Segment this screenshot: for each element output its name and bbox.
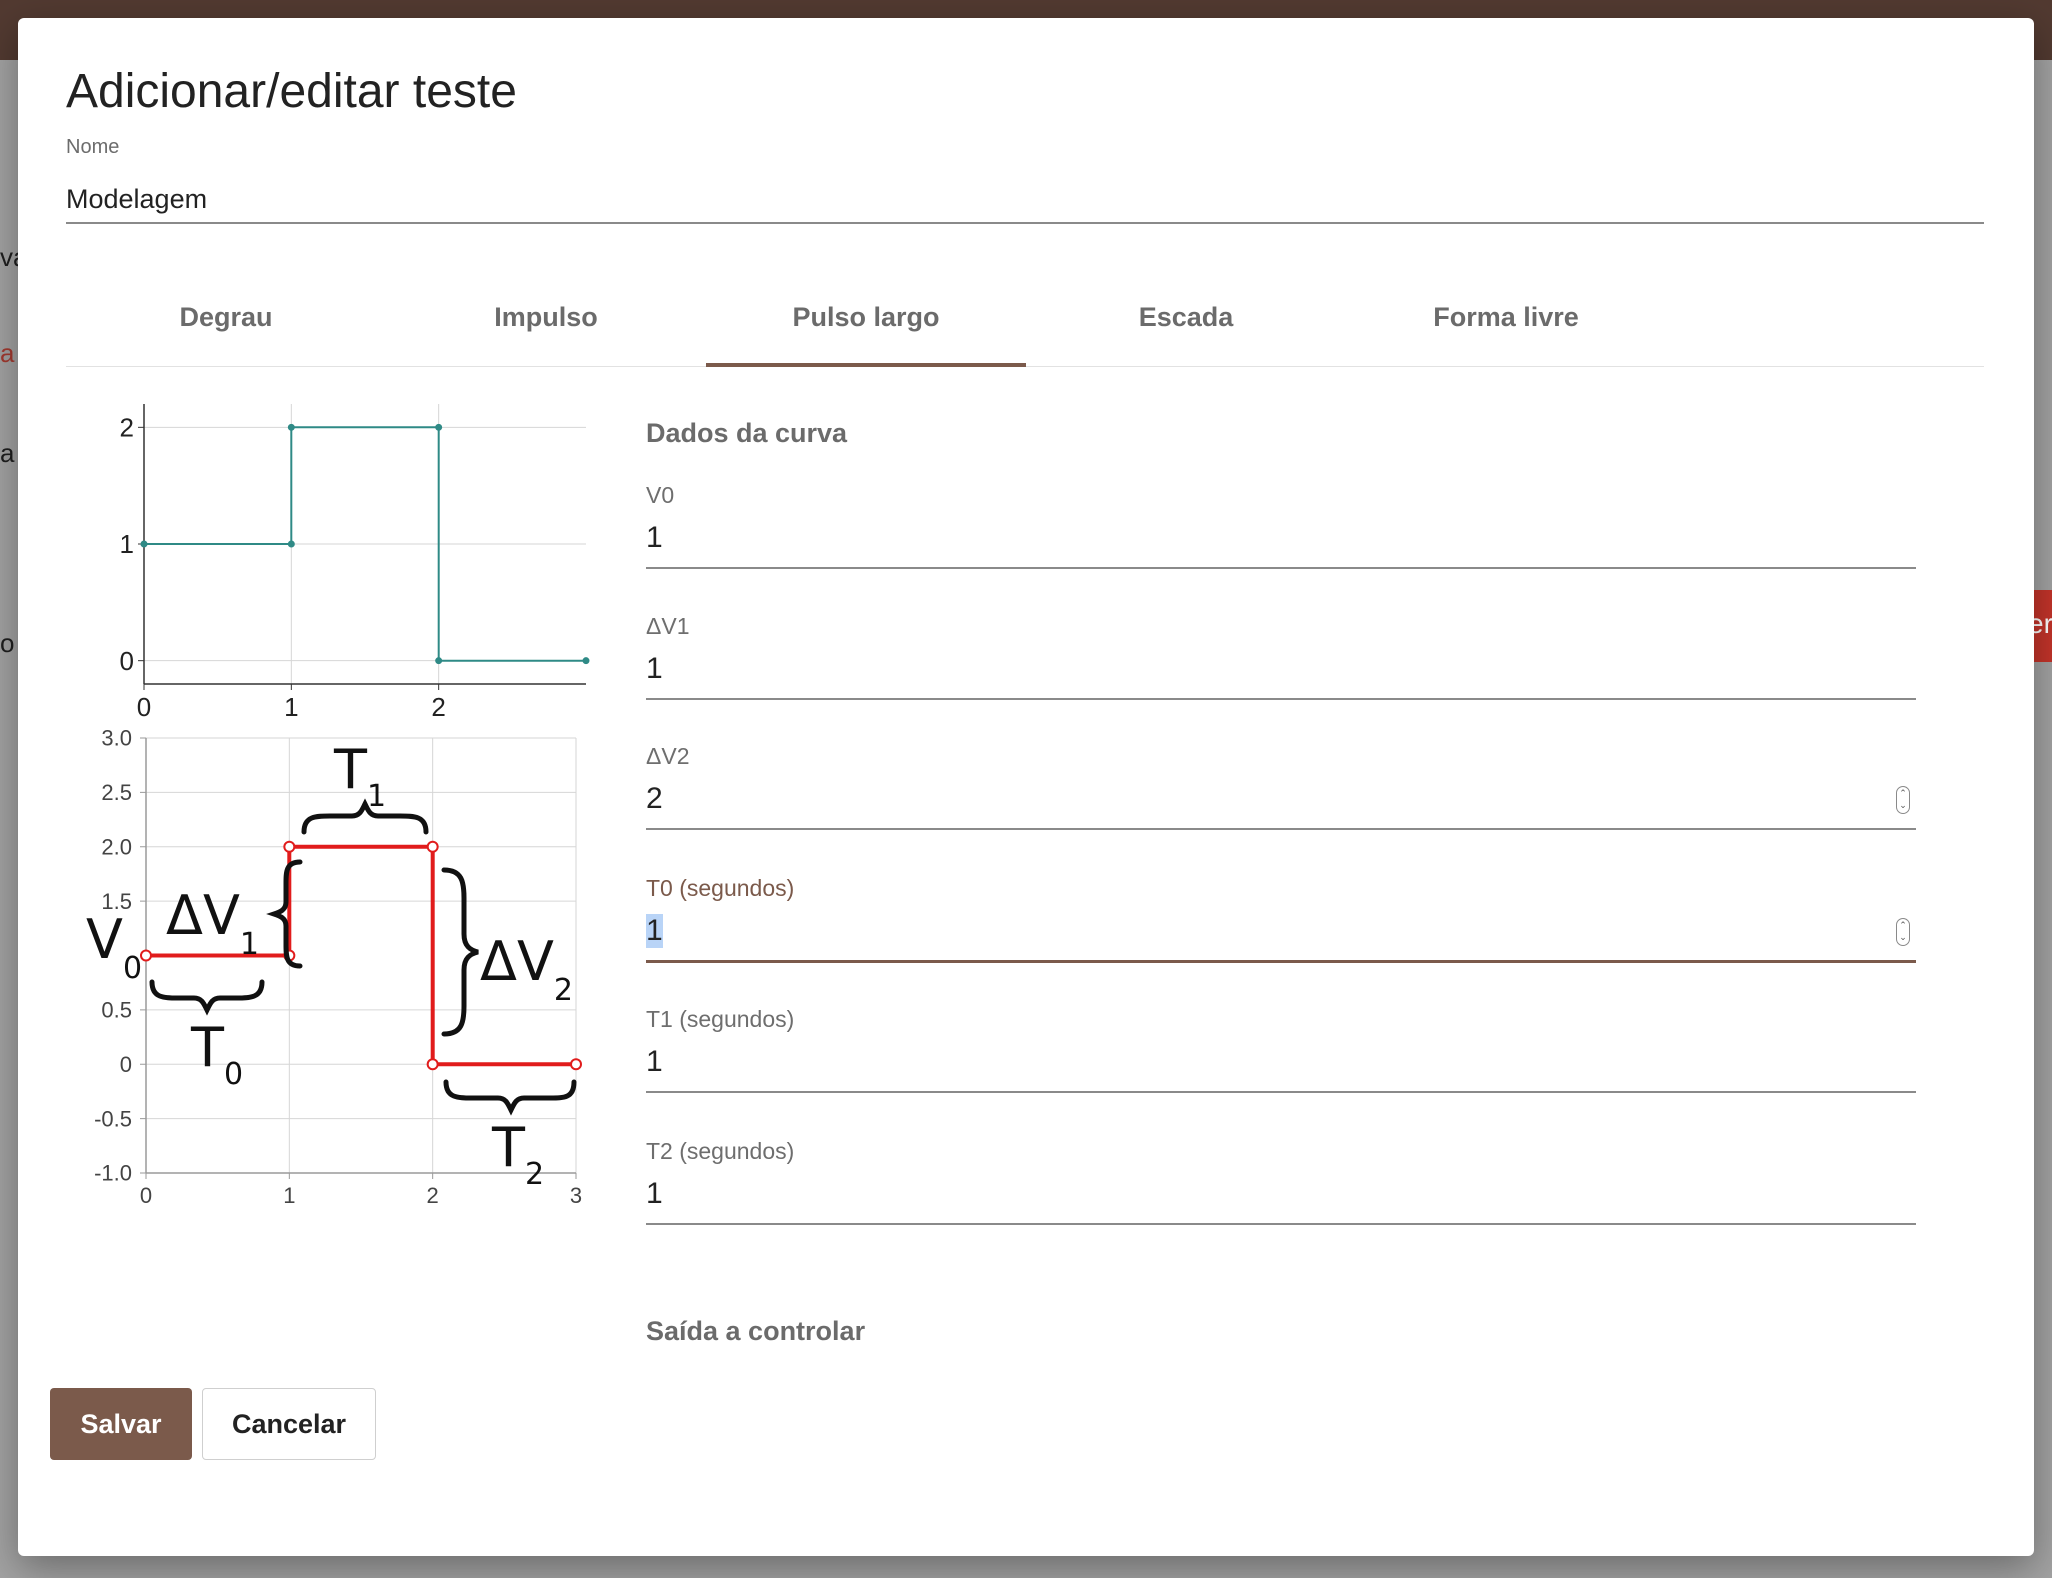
x-tick-label: 1 (283, 1183, 295, 1208)
dv2-field: ΔV2 2 ⌃ ⌄ (646, 743, 1916, 830)
v0-annotation: V0 (86, 908, 142, 986)
tab-escada[interactable]: Escada (1026, 280, 1346, 366)
y-tick-label: 0 (120, 1052, 132, 1077)
data-point (426, 1058, 439, 1071)
y-tick-label: 1 (120, 529, 134, 559)
y-tick-label: 2.0 (101, 834, 132, 859)
data-point (287, 423, 295, 431)
data-point (570, 1058, 582, 1071)
background-text: a (0, 338, 15, 368)
preview-y-ticks: 0 1 2 (120, 412, 144, 676)
t2-field-label: T2 (segundos) (646, 1138, 795, 1164)
t2-input[interactable]: 1 (646, 1173, 1916, 1225)
t0-brace (149, 979, 265, 1016)
background-text: a (0, 438, 15, 468)
data-point (287, 540, 295, 548)
data-point (582, 657, 590, 665)
data-point (435, 657, 443, 665)
v0-field: V0 1 (646, 482, 1916, 569)
data-point (140, 949, 152, 962)
dv1-input[interactable]: 1 (646, 648, 1916, 700)
v0-input[interactable]: 1 (646, 517, 1916, 569)
y-tick-label: 2 (120, 412, 134, 442)
dv1-value: 1 (646, 652, 663, 685)
tab-impulso[interactable]: Impulso (386, 280, 706, 366)
t2-annotation: T2 (491, 1116, 544, 1192)
tab-forma-livre[interactable]: Forma livre (1346, 280, 1666, 366)
t1-annotation: T1 (333, 738, 386, 814)
signal-type-tabs: Degrau Impulso Pulso largo Escada Forma … (66, 280, 1984, 367)
t2-field: T2 (segundos) 1 (646, 1138, 1916, 1225)
number-spinner-icon[interactable]: ⌃ ⌄ (1896, 918, 1910, 946)
save-button[interactable]: Salvar (50, 1388, 192, 1460)
t0-annotation: T0 (190, 1016, 243, 1092)
name-input[interactable] (66, 176, 1984, 224)
t0-field: T0 (segundos) 1 ⌃ ⌄ (646, 875, 1916, 963)
t1-input[interactable]: 1 (646, 1041, 1916, 1093)
t1-value: 1 (646, 1045, 663, 1078)
curve-preview-chart: 012 012 (120, 404, 590, 722)
dv2-field-label: ΔV2 (646, 743, 690, 769)
pulse-diagram-chart: 3.02.52.01.50.50-0.5-1.0 0123 V0 T0 T1 T… (86, 726, 582, 1208)
t0-field-label: T0 (segundos) (646, 875, 795, 901)
cancel-button[interactable]: Cancelar (202, 1388, 376, 1460)
data-point (140, 540, 148, 548)
name-field-label: Nome (66, 136, 120, 158)
preview-x-ticks: 012 (137, 684, 446, 722)
y-tick-label: 0 (120, 646, 134, 676)
v0-value: 1 (646, 521, 663, 554)
t0-input[interactable]: 1 ⌃ ⌄ (646, 910, 1916, 963)
y-tick-label: 2.5 (101, 780, 132, 805)
dv1-field: ΔV1 1 (646, 613, 1916, 700)
dv2-input[interactable]: 2 ⌃ ⌄ (646, 778, 1916, 830)
tab-degrau[interactable]: Degrau (66, 280, 386, 366)
y-tick-label: 3.0 (101, 726, 132, 751)
x-tick-label: 3 (570, 1183, 582, 1208)
dv1-field-label: ΔV1 (646, 613, 690, 639)
curve-data-section-title: Dados da curva (646, 418, 848, 448)
number-spinner-icon[interactable]: ⌃ ⌄ (1896, 786, 1910, 814)
y-tick-label: -1.0 (94, 1161, 132, 1186)
t1-field: T1 (segundos) 1 (646, 1006, 1916, 1093)
y-tick-label: 0.5 (101, 998, 132, 1023)
data-point (426, 840, 439, 853)
data-point (435, 423, 443, 431)
dv2-annotation: ΔV2 (480, 930, 573, 1008)
tab-pulso-largo[interactable]: Pulso largo (706, 280, 1026, 367)
x-tick-label: 0 (140, 1183, 152, 1208)
t1-brace (301, 798, 429, 835)
dialog-title: Adicionar/editar teste (66, 65, 517, 118)
diagram-annotations: V0 T0 T1 T2 ΔV1 ΔV2 (86, 738, 573, 1192)
dv2-value: 2 (646, 782, 663, 815)
t2-value: 1 (646, 1177, 663, 1210)
background-text: o (0, 628, 15, 658)
dv1-annotation: ΔV1 (166, 884, 259, 962)
output-section-title: Saída a controlar (646, 1316, 866, 1346)
add-edit-test-dialog: Adicionar/editar teste Nome Degrau Impul… (18, 18, 2034, 1556)
y-tick-label: -0.5 (94, 1106, 132, 1131)
x-tick-label: 2 (427, 1183, 439, 1208)
data-point (283, 840, 296, 853)
t2-brace (443, 1079, 577, 1116)
t0-value: 1 (646, 914, 663, 948)
t1-field-label: T1 (segundos) (646, 1006, 795, 1032)
dv1-brace (266, 859, 303, 969)
v0-field-label: V0 (646, 482, 675, 508)
